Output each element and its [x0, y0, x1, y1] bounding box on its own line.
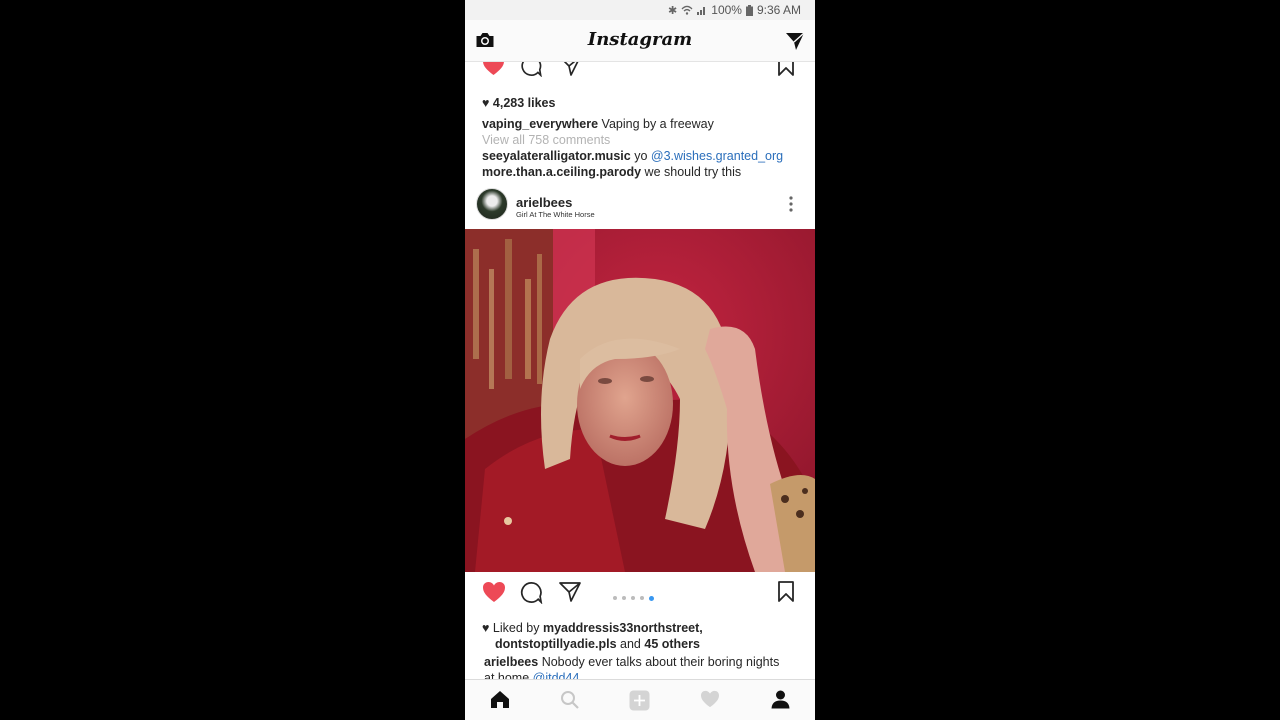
liked-by-username[interactable]: myaddressis33northstreet,	[543, 621, 703, 635]
share-icon[interactable]	[559, 581, 581, 603]
top-bar: Instagram	[465, 20, 815, 62]
prev-post-caption: vaping_everywhere Vaping by a freeway	[482, 117, 714, 131]
like-heart-icon[interactable]	[482, 581, 506, 603]
caption-username[interactable]: vaping_everywhere	[482, 117, 598, 131]
home-icon[interactable]	[490, 690, 510, 709]
carousel-dot	[613, 596, 617, 600]
profile-icon[interactable]	[771, 690, 790, 709]
post-liked-by-line2: dontstoptillyadie.pls and 45 others	[495, 637, 700, 651]
share-icon[interactable]	[559, 62, 581, 77]
caption-mention-link[interactable]: @itdd44	[533, 671, 580, 679]
like-heart-icon[interactable]	[482, 62, 505, 76]
caption-text: Vaping by a freeway	[601, 117, 714, 131]
comment-mention-link[interactable]: @3.wishes.granted_org	[651, 149, 783, 163]
feed[interactable]: ♥ 4,283 likes vaping_everywhere Vaping b…	[465, 62, 815, 679]
prev-post-likes[interactable]: ♥ 4,283 likes	[482, 96, 555, 110]
wifi-icon	[681, 5, 693, 15]
bookmark-icon[interactable]	[777, 62, 795, 77]
battery-percent: 100%	[711, 3, 742, 17]
prev-post-actions	[465, 62, 815, 81]
comment-icon[interactable]	[520, 62, 543, 77]
post-liked-by[interactable]: ♥ Liked by myaddressis33northstreet,	[482, 621, 703, 635]
small-heart-icon: ♥	[482, 96, 490, 110]
comment-text: we should try this	[641, 165, 742, 179]
caption-text: Nobody ever talks about their boring nig…	[541, 655, 780, 669]
post-header: arielbees Girl At The White Horse	[465, 186, 815, 229]
comment-text: yo	[634, 149, 648, 163]
app-logo: Instagram	[587, 29, 693, 50]
comment-icon[interactable]	[520, 581, 543, 604]
liked-by-others[interactable]: 45 others	[644, 637, 700, 651]
add-post-icon[interactable]	[629, 690, 650, 711]
direct-message-icon[interactable]	[785, 31, 805, 51]
clock: 9:36 AM	[756, 3, 801, 17]
phone-screen: ✱ 100% 9:36 AM Instagram ♥ 4,283 likes v…	[465, 0, 815, 720]
activity-heart-icon[interactable]	[700, 690, 720, 708]
bluetooth-icon: ✱	[668, 4, 678, 17]
comment-username[interactable]: seeyalateralligator.music	[482, 149, 631, 163]
post-username[interactable]: arielbees	[516, 195, 572, 210]
liked-by-username[interactable]: dontstoptillyadie.pls	[495, 637, 617, 651]
carousel-dot-active	[649, 595, 654, 601]
caption-text: at home	[484, 671, 530, 679]
status-bar: ✱ 100% 9:36 AM	[465, 0, 815, 20]
carousel-dot	[640, 596, 644, 600]
small-heart-icon: ♥	[482, 621, 490, 635]
post-actions	[465, 581, 815, 607]
post-photo[interactable]	[465, 229, 815, 572]
caption-username[interactable]: arielbees	[484, 655, 538, 669]
more-options-icon[interactable]	[788, 196, 794, 212]
post-caption: arielbees Nobody ever talks about their …	[484, 655, 779, 669]
carousel-dot	[622, 596, 626, 600]
signal-icon	[697, 7, 706, 15]
avatar[interactable]	[476, 188, 508, 220]
post-location[interactable]: Girl At The White Horse	[516, 210, 595, 219]
view-all-comments-link[interactable]: View all 758 comments	[482, 133, 610, 147]
comment-item: seeyalateralligator.music yo @3.wishes.g…	[482, 149, 783, 163]
carousel-dot	[631, 596, 635, 600]
post-photo-image	[465, 229, 815, 572]
post-caption-line2: at home @itdd44	[484, 671, 579, 679]
search-icon[interactable]	[560, 690, 579, 709]
bottom-nav	[465, 679, 815, 720]
carousel-indicator	[613, 595, 654, 601]
comment-item: more.than.a.ceiling.parody we should try…	[482, 165, 741, 179]
bookmark-icon[interactable]	[777, 581, 795, 603]
battery-icon	[745, 4, 753, 16]
comment-username[interactable]: more.than.a.ceiling.parody	[482, 165, 641, 179]
